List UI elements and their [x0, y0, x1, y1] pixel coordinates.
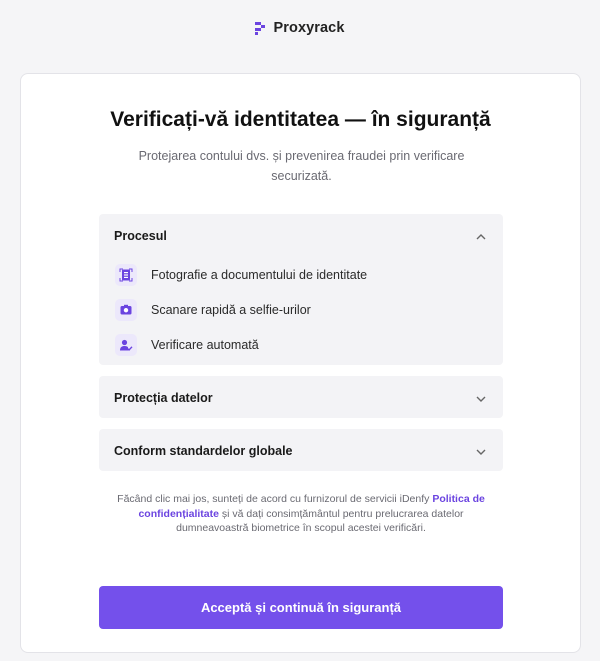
consent-text: Făcând clic mai jos, sunteți de acord cu…: [101, 492, 501, 536]
accordion-data-protection-header[interactable]: Protecția datelor: [99, 376, 503, 419]
accordion-data-protection-title: Protecția datelor: [114, 390, 213, 405]
accordion-global-standards-title: Conform standardelor globale: [114, 443, 293, 458]
user-check-icon: [115, 333, 137, 356]
accept-continue-button[interactable]: Acceptă și continuă în siguranță: [99, 586, 503, 629]
process-item: Fotografie a documentului de identitate: [99, 257, 503, 292]
verification-card: Verificați-vă identitatea — în siguranță…: [20, 73, 581, 653]
accordion-data-protection[interactable]: Protecția datelor: [99, 376, 503, 418]
process-item-label: Scanare rapidă a selfie-urilor: [151, 302, 311, 317]
accordion-process-title: Procesul: [114, 228, 167, 243]
process-item-label: Fotografie a documentului de identitate: [151, 267, 368, 282]
accordion-global-standards[interactable]: Conform standardelor globale: [99, 429, 503, 471]
process-item-label: Verificare automată: [151, 337, 259, 352]
chevron-up-icon: [475, 230, 487, 242]
chevron-down-icon: [475, 392, 487, 404]
proxyrack-logo-icon: [255, 21, 268, 35]
consent-text-after: și vă dați consimțământul pentru prelucr…: [176, 507, 464, 535]
brand-header: Proxyrack: [0, 0, 600, 56]
process-item: Verificare automată: [99, 327, 503, 362]
brand-name: Proxyrack: [273, 20, 345, 36]
id-document-icon: [115, 263, 137, 286]
page-subtitle: Protejarea contului dvs. și prevenirea f…: [138, 149, 465, 183]
process-item: Scanare rapidă a selfie-urilor: [99, 292, 503, 327]
consent-text-before: Făcând clic mai jos, sunteți de acord cu…: [117, 493, 433, 505]
accordion-global-standards-header[interactable]: Conform standardelor globale: [99, 429, 503, 472]
chevron-down-icon: [475, 445, 487, 457]
accordion-process: Procesul Fotografie a documentului de id…: [99, 214, 503, 365]
accordion-process-header[interactable]: Procesul: [99, 214, 503, 257]
camera-icon: [115, 298, 137, 321]
page-title: Verificați-vă identitatea — în siguranță: [110, 108, 491, 131]
